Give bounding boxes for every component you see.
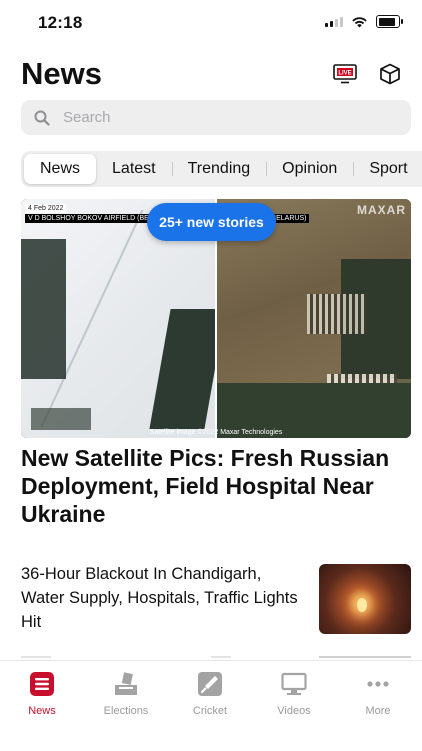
new-stories-button[interactable]: 25+ new stories xyxy=(147,203,276,241)
news-icon xyxy=(30,672,54,696)
wifi-icon xyxy=(352,16,367,27)
image-brand-watermark: MAXAR xyxy=(357,203,406,217)
header: News LIVE xyxy=(21,54,402,98)
list-item[interactable]: 36-Hour Blackout In Chandigarh, Water Su… xyxy=(21,562,411,636)
story-thumbnail[interactable] xyxy=(319,564,411,634)
status-bar: 12:18 xyxy=(0,0,422,44)
bottom-tab-videos[interactable]: Videos xyxy=(252,671,336,717)
bottom-tab-bar: News Elections Cricket Videos More xyxy=(0,660,422,751)
battery-icon xyxy=(376,15,403,28)
category-tabs: News Latest Trending Opinion Sport xyxy=(21,151,422,187)
live-badge-text: LIVE xyxy=(338,71,351,77)
signal-icon xyxy=(325,16,343,27)
tab-latest[interactable]: Latest xyxy=(96,154,172,184)
tab-news[interactable]: News xyxy=(24,154,97,184)
bottom-tab-label: Cricket xyxy=(192,705,228,717)
bottom-tab-label: Videos xyxy=(277,705,311,717)
bottom-tab-label: Elections xyxy=(103,705,149,717)
bottom-tab-news[interactable]: News xyxy=(0,671,84,717)
bottom-tab-elections[interactable]: Elections xyxy=(84,671,168,717)
next-story-peek xyxy=(21,656,411,659)
bottom-tab-cricket[interactable]: Cricket xyxy=(168,671,252,717)
story-title[interactable]: 36-Hour Blackout In Chandigarh, Water Su… xyxy=(21,562,303,634)
bottom-tab-label: News xyxy=(28,705,56,717)
status-time: 12:18 xyxy=(38,13,83,32)
bottom-tab-label: More xyxy=(365,705,391,717)
more-dots-icon xyxy=(367,681,389,687)
cube-icon[interactable] xyxy=(378,62,402,86)
ballot-box-icon xyxy=(115,672,137,695)
status-icons xyxy=(325,15,403,28)
live-tv-icon[interactable]: LIVE xyxy=(333,64,357,84)
search-bar[interactable] xyxy=(21,100,411,135)
tab-sport[interactable]: Sport xyxy=(353,154,422,184)
search-input[interactable] xyxy=(61,108,385,127)
bottom-tab-more[interactable]: More xyxy=(336,671,420,717)
tab-opinion[interactable]: Opinion xyxy=(266,154,353,184)
tab-trending[interactable]: Trending xyxy=(171,154,267,184)
image-date: 4 Feb 2022 xyxy=(25,204,67,213)
hero-headline[interactable]: New Satellite Pics: Fresh Russian Deploy… xyxy=(21,444,406,528)
search-icon xyxy=(34,110,50,126)
cricket-bat-icon xyxy=(198,672,222,696)
monitor-icon xyxy=(281,672,307,695)
image-credit: Satellite image ©2022 Maxar Technologies xyxy=(149,429,283,436)
